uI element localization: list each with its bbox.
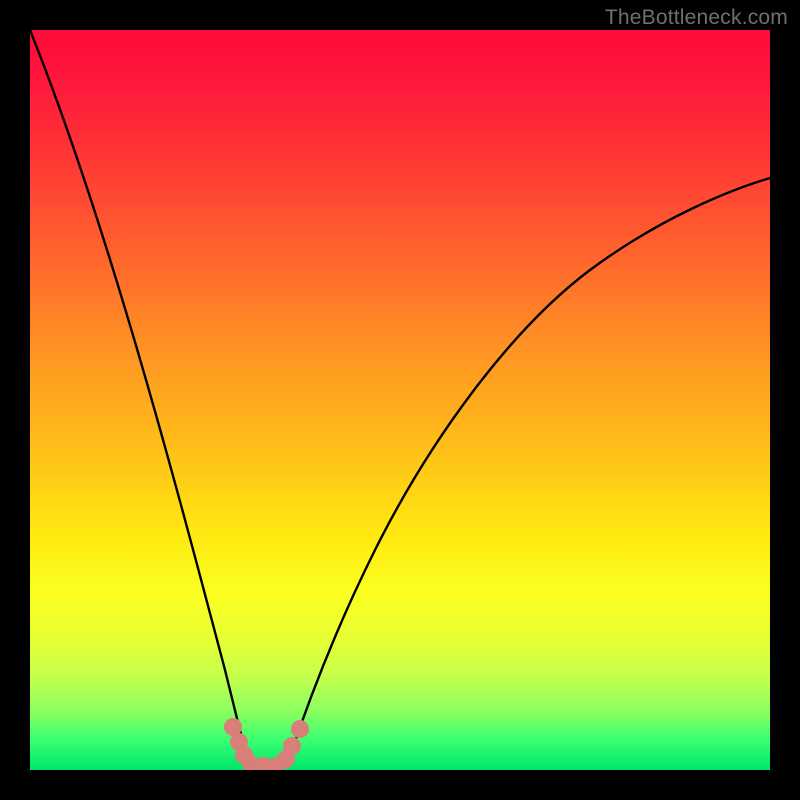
min-bridge <box>248 760 282 770</box>
minimum-marker-cluster <box>224 718 309 770</box>
curve-left-branch <box>30 30 248 760</box>
chart-stage: TheBottleneck.com <box>0 0 800 800</box>
min-dot <box>291 720 309 738</box>
watermark-text: TheBottleneck.com <box>605 6 788 30</box>
plot-area <box>30 30 770 770</box>
bottleneck-curve <box>30 30 770 770</box>
min-dot <box>283 737 301 755</box>
curve-right-branch <box>288 178 770 762</box>
